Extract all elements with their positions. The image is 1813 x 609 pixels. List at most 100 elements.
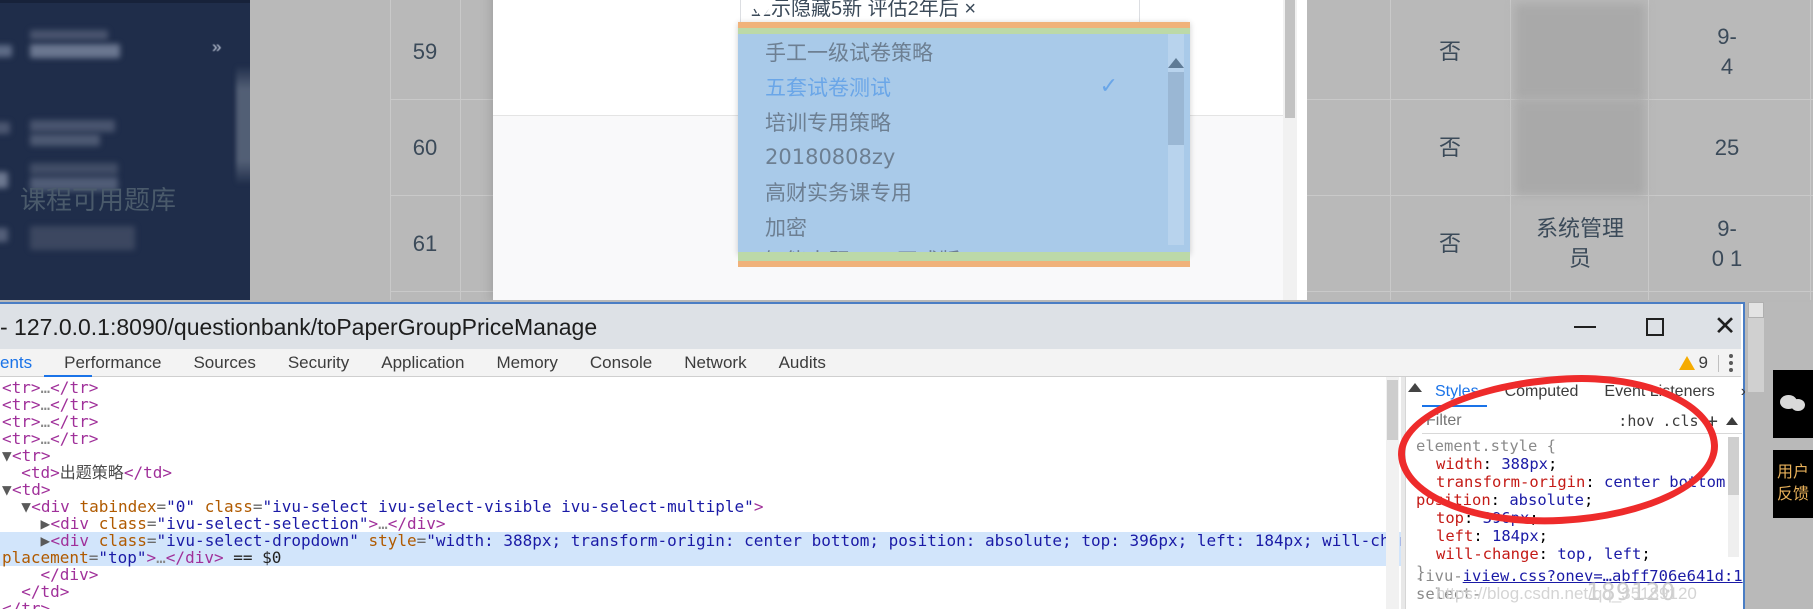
row-owner: 系统管理员	[1535, 215, 1624, 271]
sidebar-item-label-1b	[30, 30, 108, 40]
row-date: 25	[1652, 100, 1802, 195]
css-property: transform-origin	[1436, 473, 1586, 491]
tab-application[interactable]: Application	[365, 349, 480, 377]
dom-attr-style: width: 388px; transform-origin: center b…	[435, 531, 1401, 550]
warning-badge[interactable]: 9	[1678, 353, 1708, 373]
row-date: 9- 4	[1652, 4, 1802, 99]
dropdown-scrollbar-thumb[interactable]	[1168, 72, 1184, 145]
tab-security[interactable]: Security	[272, 349, 365, 377]
dom-line[interactable]: </tr>	[0, 600, 1401, 609]
scroll-up-arrow-icon[interactable]	[1168, 58, 1184, 68]
styles-pane-tabs: Styles Computed Event Listeners »	[1422, 377, 1763, 407]
sidebar-item-icon-2	[0, 122, 10, 134]
tab-sources[interactable]: Sources	[177, 349, 271, 377]
dom-line[interactable]: ▶<div class="ivu-select-selection">…</di…	[0, 515, 1401, 532]
tab-event-listeners[interactable]: Event Listeners	[1591, 377, 1727, 407]
dom-line[interactable]: <tr>…</tr>	[0, 413, 1401, 430]
dropdown-bottom-orange-band	[738, 261, 1190, 267]
dom-line[interactable]: </td>	[0, 583, 1401, 600]
dom-line[interactable]: <tr>…</tr>	[0, 430, 1401, 447]
css-property: width	[1436, 455, 1483, 473]
chevron-up-icon[interactable]	[1726, 416, 1738, 425]
sidebar-item-label-3	[30, 163, 118, 175]
tab-styles[interactable]: Styles	[1422, 377, 1492, 407]
tab-label: Event Listeners	[1604, 383, 1715, 400]
new-style-rule-button[interactable]: +	[1707, 410, 1718, 432]
css-value: absolute	[1509, 491, 1584, 509]
tab-memory[interactable]: Memory	[480, 349, 573, 377]
dom-line[interactable]: ▼<tr>	[0, 447, 1401, 464]
css-declaration[interactable]: width: 388px;	[1416, 455, 1736, 473]
browser-window: - 127.0.0.1:8090/questionbank/toPaperGro…	[0, 302, 1750, 609]
dom-line[interactable]: ▼<td>	[0, 481, 1401, 498]
window-titlebar[interactable]: - 127.0.0.1:8090/questionbank/toPaperGro…	[0, 304, 1741, 349]
kebab-menu-icon[interactable]	[1729, 354, 1733, 372]
tab-network[interactable]: Network	[668, 349, 762, 377]
sidebar-item-label-1	[30, 44, 120, 58]
tab-audits[interactable]: Audits	[763, 349, 842, 377]
outer-scroll-up-button[interactable]	[1748, 302, 1764, 318]
styles-pane: Styles Computed Event Listeners » :hov .…	[1405, 377, 1750, 609]
css-property: top	[1436, 509, 1464, 527]
dom-line[interactable]: </div>	[0, 566, 1401, 583]
sidebar-item-icon-1	[0, 45, 12, 57]
tab-console[interactable]: Console	[574, 349, 668, 377]
dom-line[interactable]: ▼<div tabindex="0" class="ivu-select ivu…	[0, 498, 1401, 515]
dropdown-option[interactable]: 培训专用策略	[738, 104, 1190, 139]
dom-line[interactable]: <td>出题策略</td>	[0, 464, 1401, 481]
warning-triangle-icon	[1678, 356, 1695, 370]
dropdown-option-list: 手工一级试卷策略 五套试卷测试 ✓ 培训专用策略 20180808zy 高财实务…	[738, 34, 1190, 254]
web-app-viewport: » 59 管理P	[0, 0, 1813, 300]
css-property: left	[1436, 527, 1474, 545]
dropdown-option-selected[interactable]: 五套试卷测试 ✓	[738, 69, 1190, 104]
dropdown-bottom-green-band	[738, 252, 1190, 261]
scroll-up-arrow-icon[interactable]	[1408, 383, 1422, 392]
maximize-icon[interactable]	[1624, 304, 1686, 349]
sidebar-item-icon-4	[0, 228, 8, 242]
minimize-icon[interactable]	[1554, 304, 1616, 349]
sidebar-item-icon-3	[0, 172, 8, 188]
ivu-select-dropdown[interactable]: 手工一级试卷策略 五套试卷测试 ✓ 培训专用策略 20180808zy 高财实务…	[738, 22, 1190, 254]
dropdown-option[interactable]: 加密	[738, 209, 1190, 244]
dom-line[interactable]: <tr>…</tr>	[0, 396, 1401, 413]
dropdown-option[interactable]: 高财实务课专用	[738, 174, 1190, 209]
cls-toggle[interactable]: .cls	[1662, 412, 1698, 430]
css-declaration[interactable]: top: 396px;	[1416, 509, 1736, 527]
css-value: center bottom	[1603, 473, 1726, 491]
dom-line-selected-cont[interactable]: placement="top">…</div> == $0	[0, 549, 1401, 566]
window-title: - 127.0.0.1:8090/questionbank/toPaperGro…	[0, 314, 598, 340]
css-declaration-highlighted[interactable]: position: absolute;	[1416, 491, 1593, 509]
dom-line-selected[interactable]: ▶<div class="ivu-select-dropdown" style=…	[0, 532, 1401, 549]
page-scrollbar-thumb[interactable]	[1285, 0, 1295, 118]
warning-count: 9	[1698, 353, 1708, 372]
css-declaration[interactable]: left: 184px;	[1416, 527, 1736, 545]
wechat-glyph	[1780, 395, 1806, 413]
tab-label: Security	[287, 353, 350, 372]
tab-label: Performance	[64, 353, 162, 372]
tab-elements[interactable]: ents	[0, 349, 48, 377]
dropdown-option[interactable]: 20180808zy	[738, 139, 1190, 174]
hov-toggle[interactable]: :hov	[1618, 412, 1654, 430]
row-date: 9- 0 1	[1652, 196, 1802, 291]
devtools-tab-list: ents Performance Sources Security Applic…	[0, 349, 842, 377]
dom-pane-scrollbar-thumb[interactable]	[1387, 380, 1398, 440]
css-value: top, left	[1557, 545, 1642, 563]
css-selector: .ivu-	[1416, 567, 1463, 585]
row-index: 59	[412, 38, 438, 64]
css-declaration[interactable]: transform-origin: center bottom;	[1416, 473, 1736, 491]
styles-pane-scrollbar-thumb[interactable]	[1728, 437, 1739, 495]
tab-performance[interactable]: Performance	[48, 349, 177, 377]
dropdown-option-label: 五套试卷测试	[765, 75, 891, 100]
user-feedback-button[interactable]: 用户 反馈	[1773, 450, 1813, 518]
feedback-label-line2: 反馈	[1776, 486, 1809, 503]
css-declaration[interactable]: will-change: top, left;	[1416, 545, 1736, 563]
tab-computed[interactable]: Computed	[1492, 377, 1592, 407]
dom-tree-pane[interactable]: <tr>…</tr> <tr>…</tr> <tr>…</tr> <tr>…</…	[0, 377, 1401, 609]
styles-filter-input[interactable]	[1422, 411, 1592, 430]
screenshot-root: » 59 管理P	[0, 0, 1813, 609]
chevron-double-right-icon[interactable]: »	[212, 38, 221, 55]
dom-line[interactable]: <tr>…</tr>	[0, 379, 1401, 396]
dropdown-option[interactable]: 手工一级试卷策略	[738, 34, 1190, 69]
wechat-icon[interactable]	[1773, 370, 1813, 438]
dropdown-pointer-arrow	[745, 0, 779, 18]
